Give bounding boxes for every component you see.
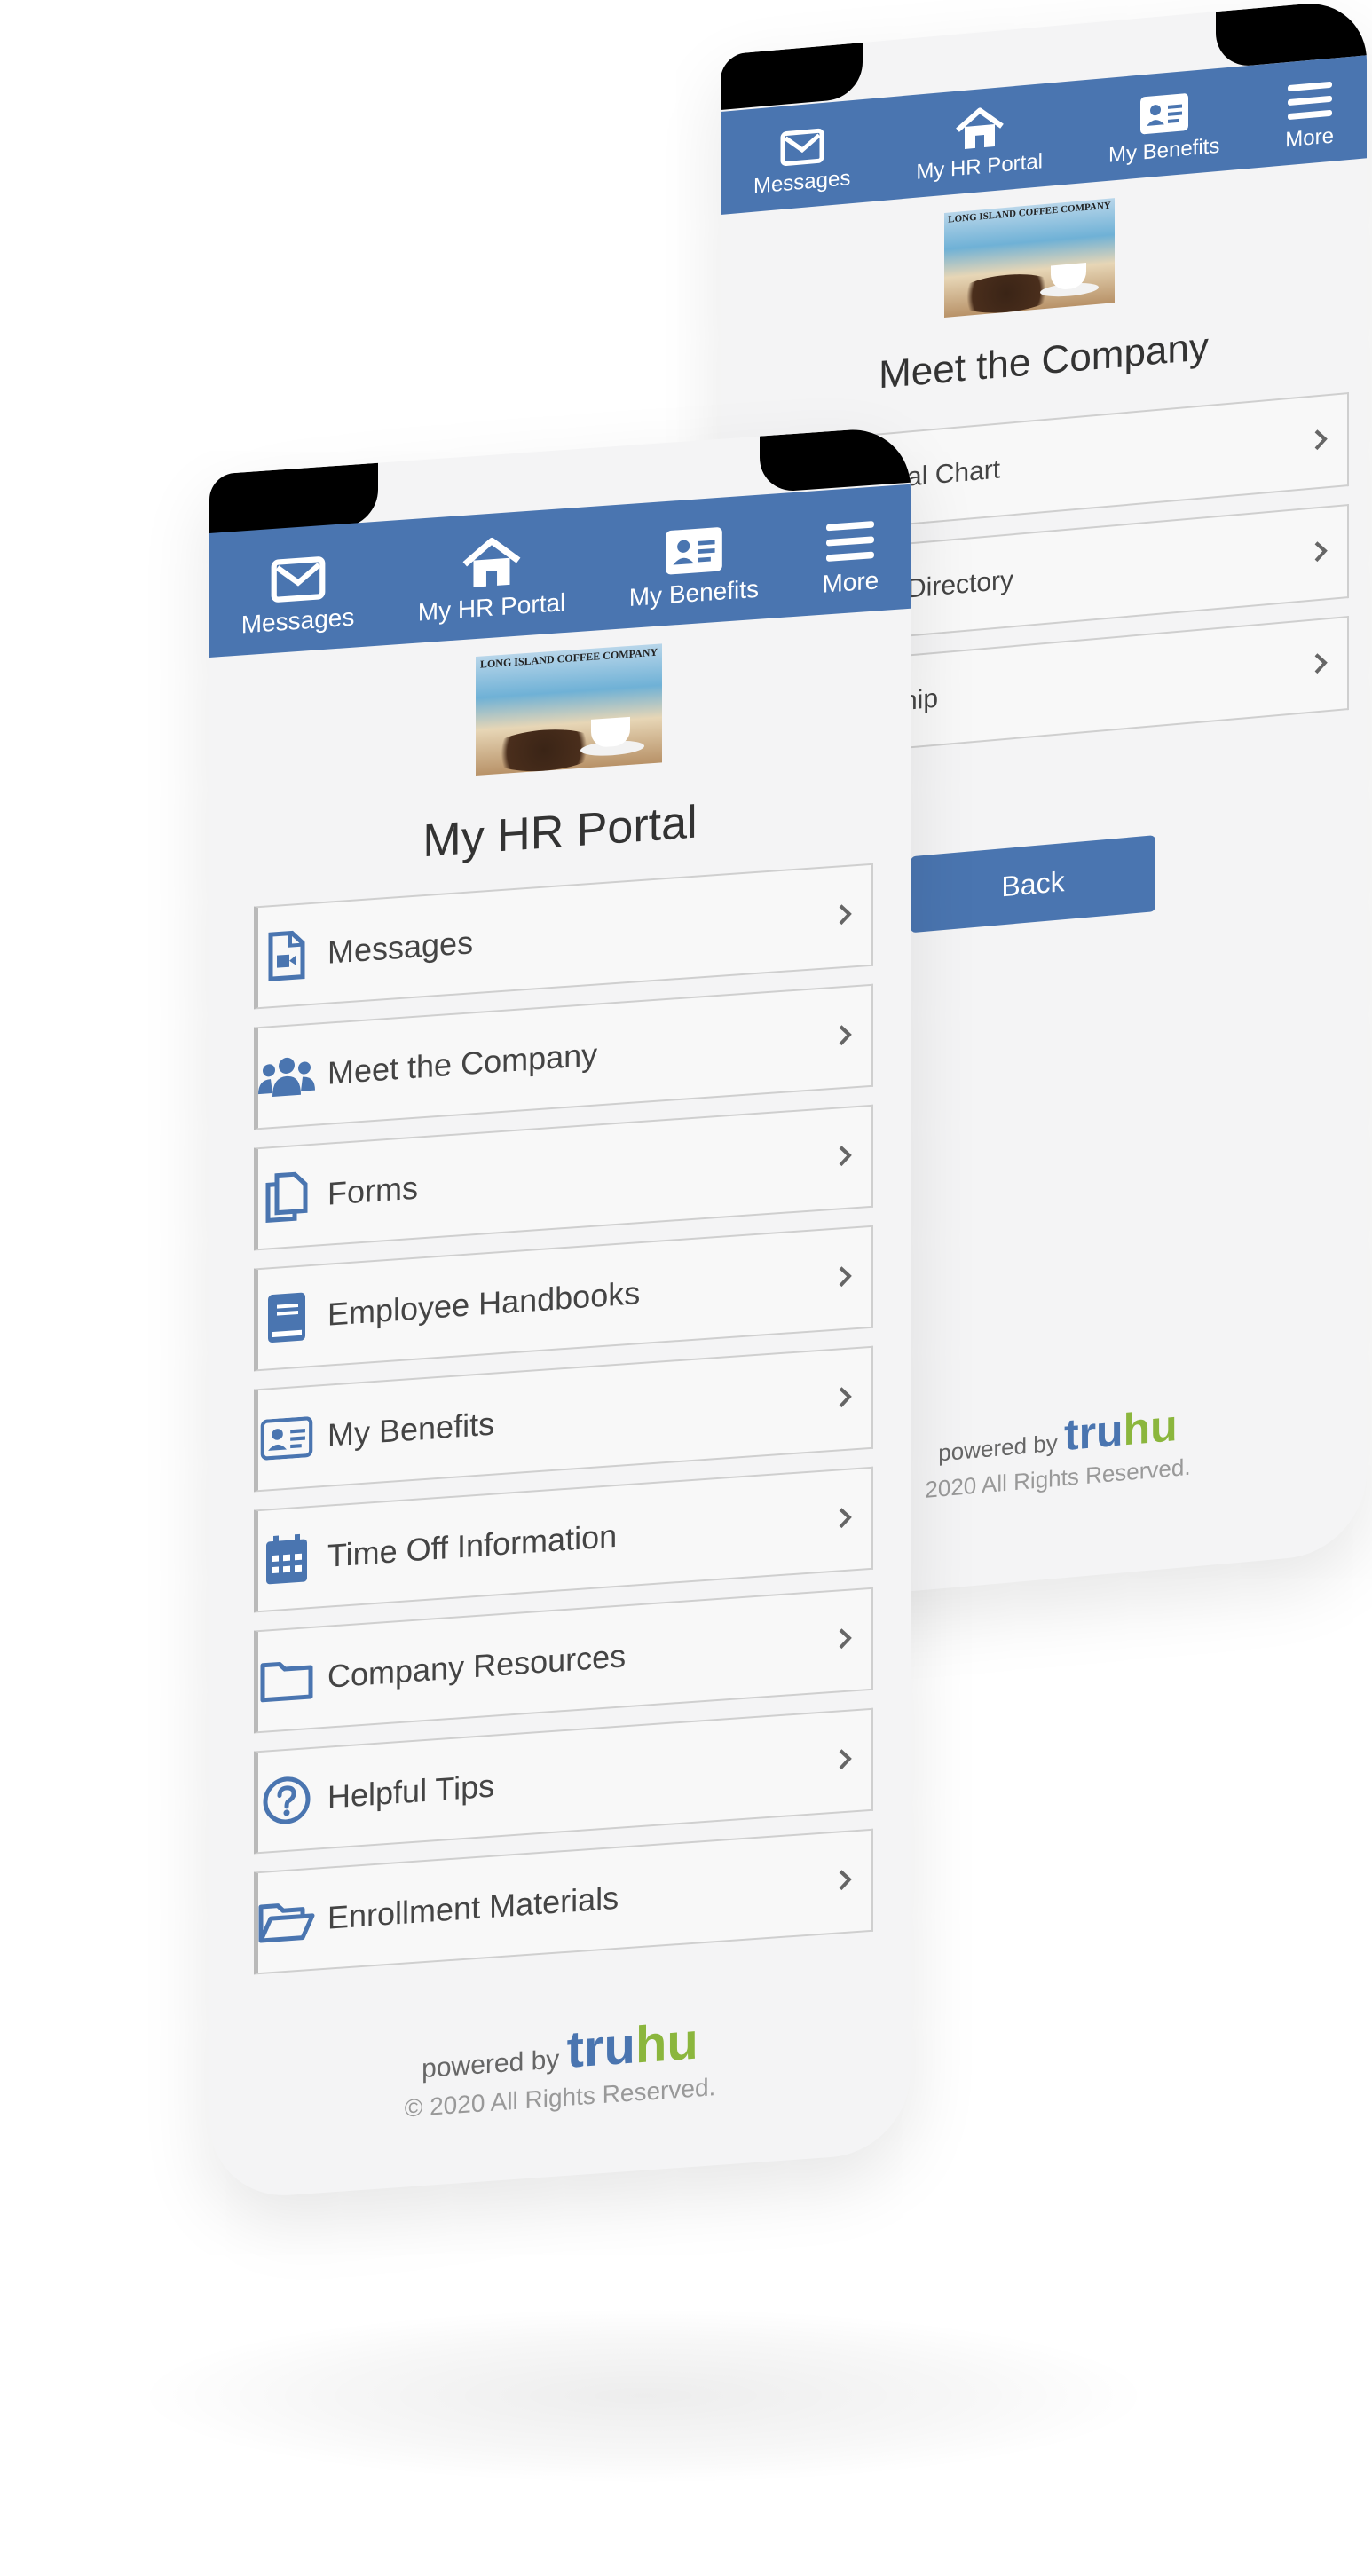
floor-shadow [133, 2307, 1154, 2485]
nav-messages[interactable]: Messages [240, 554, 355, 640]
nav-more-label: More [1285, 123, 1334, 153]
menu-item-label: Enrollment Materials [327, 1879, 619, 1936]
truhu-logo-tru: tru [566, 2016, 635, 2079]
nav-messages-label: Messages [753, 166, 851, 199]
menu-item-enrollment-materials[interactable]: Enrollment Materials [254, 1828, 873, 1975]
hr-portal-menu-list: Messages Meet the Company Forms Employee… [254, 863, 873, 1975]
folder-icon [258, 1657, 315, 1703]
menu-item-label: Helpful Tips [327, 1767, 495, 1816]
chevron-right-icon [838, 902, 852, 932]
menu-item-employee-handbooks[interactable]: Employee Handbooks [254, 1225, 873, 1372]
id-card-icon [258, 1416, 315, 1461]
menu-item-time-off-information[interactable]: Time Off Information [254, 1466, 873, 1613]
video-file-icon [258, 928, 315, 983]
powered-by-text: powered by [422, 2044, 560, 2084]
id-card-icon [1139, 93, 1188, 135]
company-logo: LONG ISLAND COFFEE COMPANY [944, 198, 1115, 318]
envelope-icon [271, 556, 325, 603]
home-icon [462, 537, 521, 587]
nav-hr-portal-label: My HR Portal [417, 587, 566, 626]
truhu-logo: truhu [1064, 1400, 1178, 1460]
menu-item-my-benefits[interactable]: My Benefits [254, 1345, 873, 1493]
menu-item-helpful-tips[interactable]: Helpful Tips [254, 1707, 873, 1855]
footer: powered by truhu © 2020 All Rights Reser… [209, 1997, 911, 2137]
menu-item-messages[interactable]: Messages [254, 863, 873, 1010]
nav-my-benefits[interactable]: My Benefits [629, 524, 759, 612]
id-card-icon [666, 527, 722, 575]
menu-item-label: ational Chart [849, 454, 1001, 498]
page-title: Meet the Company [879, 324, 1209, 398]
truhu-logo-hu: hu [635, 2012, 698, 2075]
footer: powered by truhu 2020 All Rights Reserve… [880, 1394, 1235, 1508]
chevron-right-icon [838, 1384, 852, 1414]
phone-notch [760, 425, 911, 493]
back-button[interactable]: Back [911, 835, 1155, 934]
chevron-right-icon [838, 1022, 852, 1052]
menu-item-label: Employee Handbooks [327, 1274, 641, 1333]
question-circle-icon [258, 1774, 315, 1827]
nav-more[interactable]: More [1285, 80, 1334, 154]
truhu-logo-tru: tru [1063, 1405, 1124, 1461]
menu-item-label: hip [903, 683, 939, 717]
nav-messages[interactable]: Messages [753, 125, 850, 200]
chevron-right-icon [838, 1867, 852, 1897]
chevron-right-icon [838, 1626, 852, 1656]
menu-item-label: Meet the Company [327, 1036, 598, 1091]
menu-item-forms[interactable]: Forms [254, 1104, 873, 1251]
powered-by-text: powered by [938, 1429, 1058, 1467]
hamburger-menu-icon [1287, 82, 1332, 120]
nav-hr-portal[interactable]: My HR Portal [418, 532, 565, 627]
menu-item-label: My Benefits [327, 1405, 495, 1453]
nav-hr-portal-label: My HR Portal [916, 149, 1043, 185]
book-icon [258, 1290, 315, 1345]
calendar-icon [258, 1532, 315, 1587]
nav-more-label: More [822, 566, 879, 598]
nav-my-benefits[interactable]: My Benefits [1108, 90, 1219, 169]
company-logo: LONG ISLAND COFFEE COMPANY [476, 643, 662, 776]
chevron-right-icon [838, 1505, 852, 1535]
menu-item-meet-the-company[interactable]: Meet the Company [254, 983, 873, 1130]
chevron-right-icon [1313, 428, 1328, 456]
home-icon [955, 107, 1004, 149]
company-logo-text: LONG ISLAND COFFEE COMPANY [948, 200, 1111, 225]
chevron-right-icon [1313, 651, 1328, 680]
envelope-icon [780, 128, 824, 167]
nav-messages-label: Messages [240, 603, 355, 639]
chevron-right-icon [838, 1746, 852, 1776]
phone-notch [721, 43, 863, 110]
menu-item-label: Messages [327, 924, 474, 971]
menu-item-label: Company Resources [327, 1637, 627, 1695]
menu-item-company-resources[interactable]: Company Resources [254, 1587, 873, 1734]
folder-open-icon [258, 1898, 315, 1944]
nav-my-benefits-label: My Benefits [628, 574, 759, 611]
nav-my-benefits-label: My Benefits [1108, 133, 1220, 168]
chevron-right-icon [838, 1264, 852, 1294]
hamburger-menu-icon [826, 521, 875, 562]
menu-item-label: Time Off Information [327, 1516, 618, 1574]
copy-documents-icon [258, 1170, 315, 1225]
chevron-right-icon [838, 1143, 852, 1173]
company-logo-text: LONG ISLAND COFFEE COMPANY [479, 645, 658, 671]
nav-hr-portal[interactable]: My HR Portal [916, 101, 1043, 185]
chevron-right-icon [1313, 540, 1328, 568]
truhu-logo-hu: hu [1123, 1399, 1178, 1455]
menu-item-label: Forms [327, 1169, 418, 1212]
truhu-logo: truhu [567, 2012, 698, 2078]
users-icon [258, 1053, 315, 1099]
menu-item-label: e Directory [885, 565, 1014, 606]
front-phone-screen: Messages My HR Portal My Benefits More L… [209, 425, 911, 2201]
nav-more[interactable]: More [822, 518, 879, 598]
